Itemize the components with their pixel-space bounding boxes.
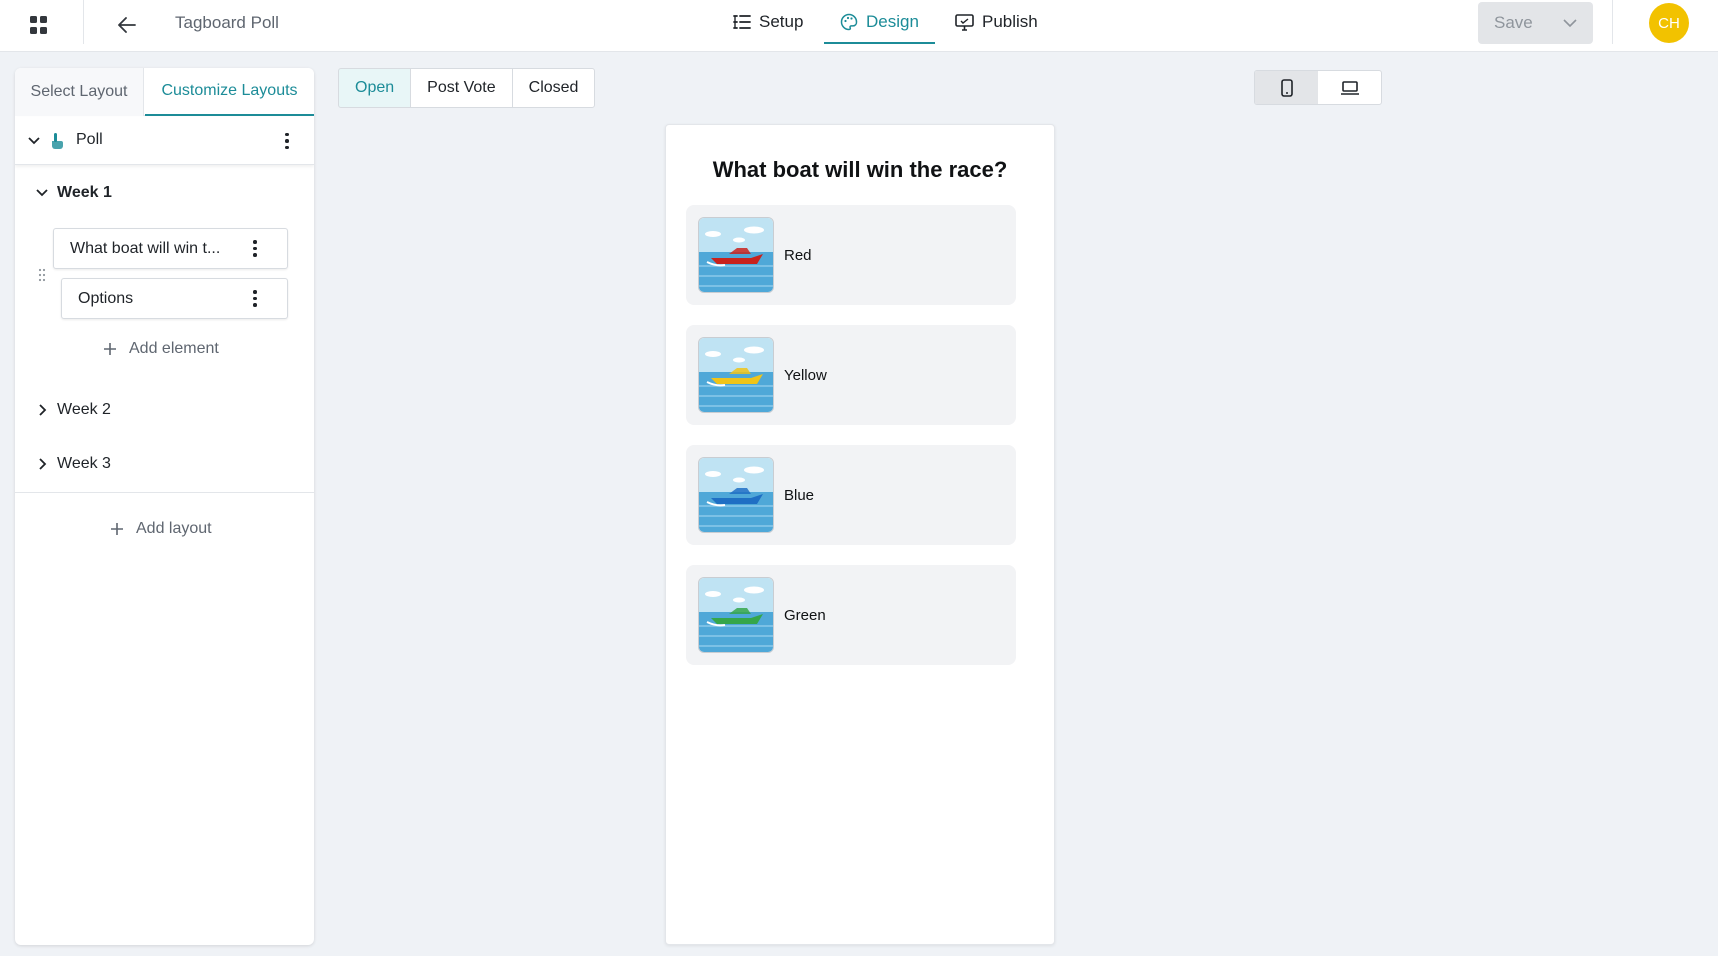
chevron-down-icon[interactable]	[27, 134, 41, 148]
add-layout-label: Add layout	[136, 520, 212, 537]
tab-customize-layouts[interactable]: Customize Layouts	[145, 68, 314, 116]
chevron-right-icon[interactable]	[35, 403, 49, 417]
option-label: Red	[784, 246, 812, 264]
option-label: Yellow	[784, 366, 827, 384]
poll-question: What boat will win the race?	[712, 157, 1008, 182]
plus-icon	[111, 523, 123, 535]
divider	[15, 492, 314, 493]
boat-image	[698, 577, 774, 653]
add-element-label: Add element	[129, 340, 219, 357]
element-options[interactable]: Options	[61, 278, 288, 319]
poll-option[interactable]: Blue	[686, 445, 1016, 545]
desktop-view-button[interactable]	[1318, 71, 1381, 104]
save-button[interactable]: Save	[1478, 2, 1593, 44]
option-label: Blue	[784, 486, 815, 504]
drag-handle-icon[interactable]	[38, 268, 46, 282]
setup-list-icon	[733, 15, 751, 29]
tab-setup[interactable]: Setup	[733, 0, 803, 44]
mobile-icon	[1280, 78, 1293, 97]
divider	[1612, 0, 1613, 44]
divider	[83, 0, 84, 44]
mobile-view-button[interactable]	[1255, 71, 1318, 104]
poll-option[interactable]: Red	[686, 205, 1016, 305]
element-label: Options	[78, 289, 134, 307]
more-options-icon[interactable]	[245, 289, 265, 309]
element-question[interactable]: What boat will win t...	[53, 228, 288, 269]
tab-design-label: Design	[866, 12, 919, 31]
week-row-3[interactable]: Week 3	[15, 446, 314, 482]
save-label: Save	[1494, 13, 1533, 32]
palette-icon	[840, 13, 858, 31]
week-row-1[interactable]: Week 1	[15, 175, 314, 211]
chevron-down-icon[interactable]	[35, 186, 49, 200]
avatar[interactable]: CH	[1649, 3, 1689, 43]
more-options-icon[interactable]	[245, 239, 265, 259]
element-label: What boat will win t...	[70, 239, 221, 257]
week-row-2[interactable]: Week 2	[15, 392, 314, 428]
week-label: Week 3	[57, 455, 111, 472]
poll-preview: What boat will win the race? Red Yellow Bl…	[665, 124, 1055, 945]
more-options-icon[interactable]	[277, 131, 297, 151]
poll-option[interactable]: Yellow	[686, 325, 1016, 425]
laptop-icon	[1340, 80, 1359, 95]
tab-design[interactable]: Design	[824, 0, 935, 44]
apps-grid-icon[interactable]	[30, 16, 48, 34]
state-tabs: Open Post Vote Closed	[338, 68, 596, 108]
tab-publish-label: Publish	[982, 12, 1038, 31]
boat-image	[698, 217, 774, 293]
chevron-down-icon[interactable]	[1563, 18, 1577, 28]
app-title: Tagboard Poll	[175, 13, 279, 32]
poll-hand-icon	[52, 133, 63, 149]
tab-setup-label: Setup	[759, 12, 804, 31]
add-layout-button[interactable]: Add layout	[110, 520, 212, 538]
back-arrow-icon[interactable]	[114, 12, 140, 38]
panel-tabs: Select Layout Customize Layouts	[15, 68, 314, 116]
poll-label: Poll	[76, 131, 103, 148]
boat-image	[698, 457, 774, 533]
tab-publish[interactable]: Publish	[955, 0, 1038, 44]
poll-row[interactable]: Poll	[15, 117, 314, 165]
layouts-panel: Select Layout Customize Layouts Poll Wee…	[15, 68, 314, 945]
week-label: Week 1	[57, 184, 112, 201]
week-label: Week 2	[57, 401, 111, 418]
device-toggle	[1254, 70, 1382, 105]
option-label: Green	[784, 606, 826, 624]
poll-option[interactable]: Green	[686, 565, 1016, 665]
tab-select-layout[interactable]: Select Layout	[15, 68, 144, 116]
boat-image	[698, 337, 774, 413]
state-tab-post-vote[interactable]: Post Vote	[410, 68, 513, 108]
add-element-button[interactable]: Add element	[103, 340, 219, 358]
plus-icon	[104, 343, 116, 355]
state-tab-closed[interactable]: Closed	[511, 68, 596, 108]
monitor-icon	[955, 13, 974, 31]
state-tab-open[interactable]: Open	[338, 68, 412, 108]
chevron-right-icon[interactable]	[35, 457, 49, 471]
top-bar: Tagboard Poll Setup Design Publish Save …	[0, 0, 1718, 52]
